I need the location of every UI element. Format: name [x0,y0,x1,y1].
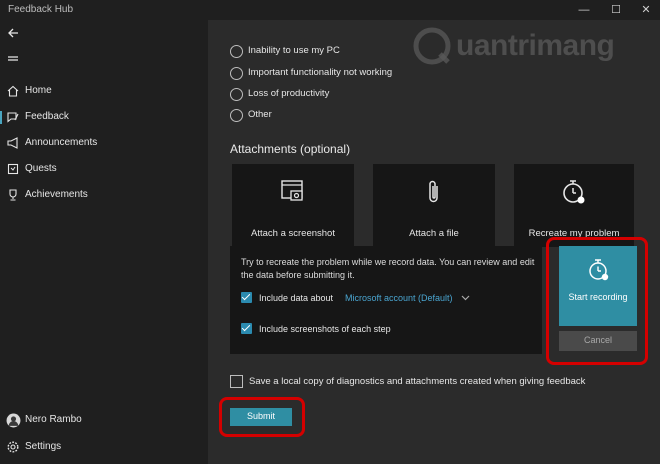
radio-button[interactable] [230,88,243,101]
megaphone-icon [7,137,18,149]
watermark-logo: uantrimang [412,20,652,70]
radio-label: Other [248,109,272,120]
sidebar-item-achievements[interactable]: Achievements [0,183,208,207]
recreate-problem-button[interactable]: Recreate my problem [514,164,634,247]
include-screenshots-label: Include screenshots of each step [259,324,391,334]
attach-file-button[interactable]: Attach a file [373,164,495,247]
close-button[interactable]: ✕ [636,3,656,17]
gear-icon [7,441,19,453]
sidebar-item-home[interactable]: Home [0,79,208,103]
trophy-icon [9,189,17,201]
save-local-copy-label: Save a local copy of diagnostics and att… [249,376,586,387]
chevron-down-icon[interactable] [461,294,470,301]
home-icon [7,85,19,97]
attach-screenshot-button[interactable]: Attach a screenshot [232,164,354,247]
radio-label: Inability to use my PC [248,45,340,56]
include-data-label: Include data about [259,293,334,303]
sidebar-item-label: Settings [25,441,62,452]
sidebar-item-label: Home [25,85,52,96]
highlight-box [546,237,648,365]
minimize-button[interactable]: — [574,3,594,17]
recreate-panel: Try to recreate the problem while we rec… [230,246,542,354]
recreate-description: Try to recreate the problem while we rec… [241,257,535,280]
attachments-heading: Attachments (optional) [230,142,351,156]
window-title: Feedback Hub [8,4,74,15]
sidebar-item-label: Feedback [25,111,69,122]
sidebar-item-label: Achievements [25,189,88,200]
restore-button[interactable]: ☐ [606,3,626,17]
watermark-q-icon [413,27,451,65]
radio-button[interactable] [230,45,243,58]
account-dropdown[interactable]: Microsoft account (Default) [345,293,453,303]
sidebar-item-label: Quests [25,163,57,174]
sidebar-item-label: Announcements [25,137,98,148]
card-label: Attach a file [409,228,459,239]
user-account[interactable]: Nero Rambo [0,408,208,432]
paperclip-icon [429,180,438,203]
back-arrow-icon[interactable] [6,26,20,40]
radio-button[interactable] [230,109,243,122]
main-content: Inability to use my PC Important functio… [208,20,660,464]
include-screenshots-checkbox[interactable] [241,323,252,334]
save-local-copy-checkbox[interactable] [230,375,243,388]
active-indicator [0,111,2,124]
card-label: Attach a screenshot [251,228,335,239]
include-data-checkbox[interactable] [241,292,252,303]
watermark-text: uantrimang [456,29,615,62]
hamburger-icon[interactable] [6,52,20,66]
sidebar-item-announcements[interactable]: Announcements [0,131,208,155]
sidebar-item-settings[interactable]: Settings [0,435,208,459]
sidebar-item-feedback[interactable]: Feedback [0,105,208,129]
user-name: Nero Rambo [25,414,82,425]
sidebar: Home Feedback Announcements Quests Achie… [0,20,208,464]
quests-icon [7,163,19,175]
highlight-box [219,397,305,437]
screenshot-icon [281,180,303,201]
feedback-icon [7,112,19,123]
radio-label: Important functionality not working [248,67,393,78]
sidebar-item-quests[interactable]: Quests [0,157,208,181]
title-bar: Feedback Hub — ☐ ✕ [0,0,660,20]
radio-button[interactable] [230,67,243,80]
radio-label: Loss of productivity [248,88,330,99]
avatar [6,413,21,428]
stopwatch-icon [563,180,585,204]
